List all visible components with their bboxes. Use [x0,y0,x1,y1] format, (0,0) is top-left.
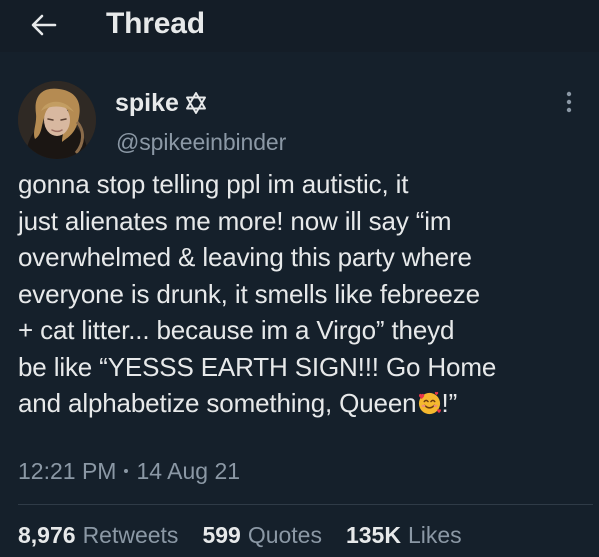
quotes-stat[interactable]: 599 Quotes [202,521,322,549]
tweet-meta: 12:21 PM 14 Aug 21 [18,457,240,485]
tweet-line: be like “YESSS EARTH SIGN!!! Go Home [18,351,497,382]
likes-label: Likes [407,522,462,548]
tweet-line: just alienates me more! now ill say “im [18,205,452,236]
page-title: Thread [106,7,205,40]
likes-count: 135K [345,522,401,548]
tweet-text: gonna stop telling ppl im autistic, it j… [18,166,593,422]
quotes-count: 599 [202,522,241,548]
retweets-stat[interactable]: 8,976 Retweets [18,521,178,549]
retweets-count: 8,976 [18,522,76,548]
tweet-line: gonna stop telling ppl im autistic, it [18,169,409,199]
divider [18,504,593,505]
arrow-left-icon [31,14,57,36]
tweet-line-suffix: !” [441,388,458,418]
avatar[interactable] [18,81,96,159]
tweet-last-line: and alphabetize something, Queen !” [18,385,593,422]
top-bar: Thread [0,0,599,52]
tweet-line-prefix: and alphabetize something, Queen [18,388,417,418]
retweets-label: Retweets [82,522,179,548]
back-button[interactable] [26,7,62,43]
tweet-line: overwhelmed & leaving this party where [18,242,472,272]
star-of-david-icon [186,92,206,114]
likes-stat[interactable]: 135K Likes [346,521,462,549]
tweet-date[interactable]: 14 Aug 21 [136,458,240,485]
more-button[interactable] [557,88,581,116]
smiling-face-with-hearts-icon [418,391,441,415]
tweet-line: + cat litter... because im a Virgo” they… [18,315,455,345]
tweet-time[interactable]: 12:21 PM [18,458,116,485]
author-handle[interactable]: @spikeeinbinder [116,128,286,156]
more-vertical-icon [566,91,572,113]
meta-separator [124,469,129,473]
author-name[interactable]: spike [115,88,179,118]
quotes-label: Quotes [247,522,322,548]
tweet-line: everyone is drunk, it smells like febree… [18,278,480,309]
engagement-stats: 8,976 Retweets 599 Quotes 135K Likes [18,519,462,551]
